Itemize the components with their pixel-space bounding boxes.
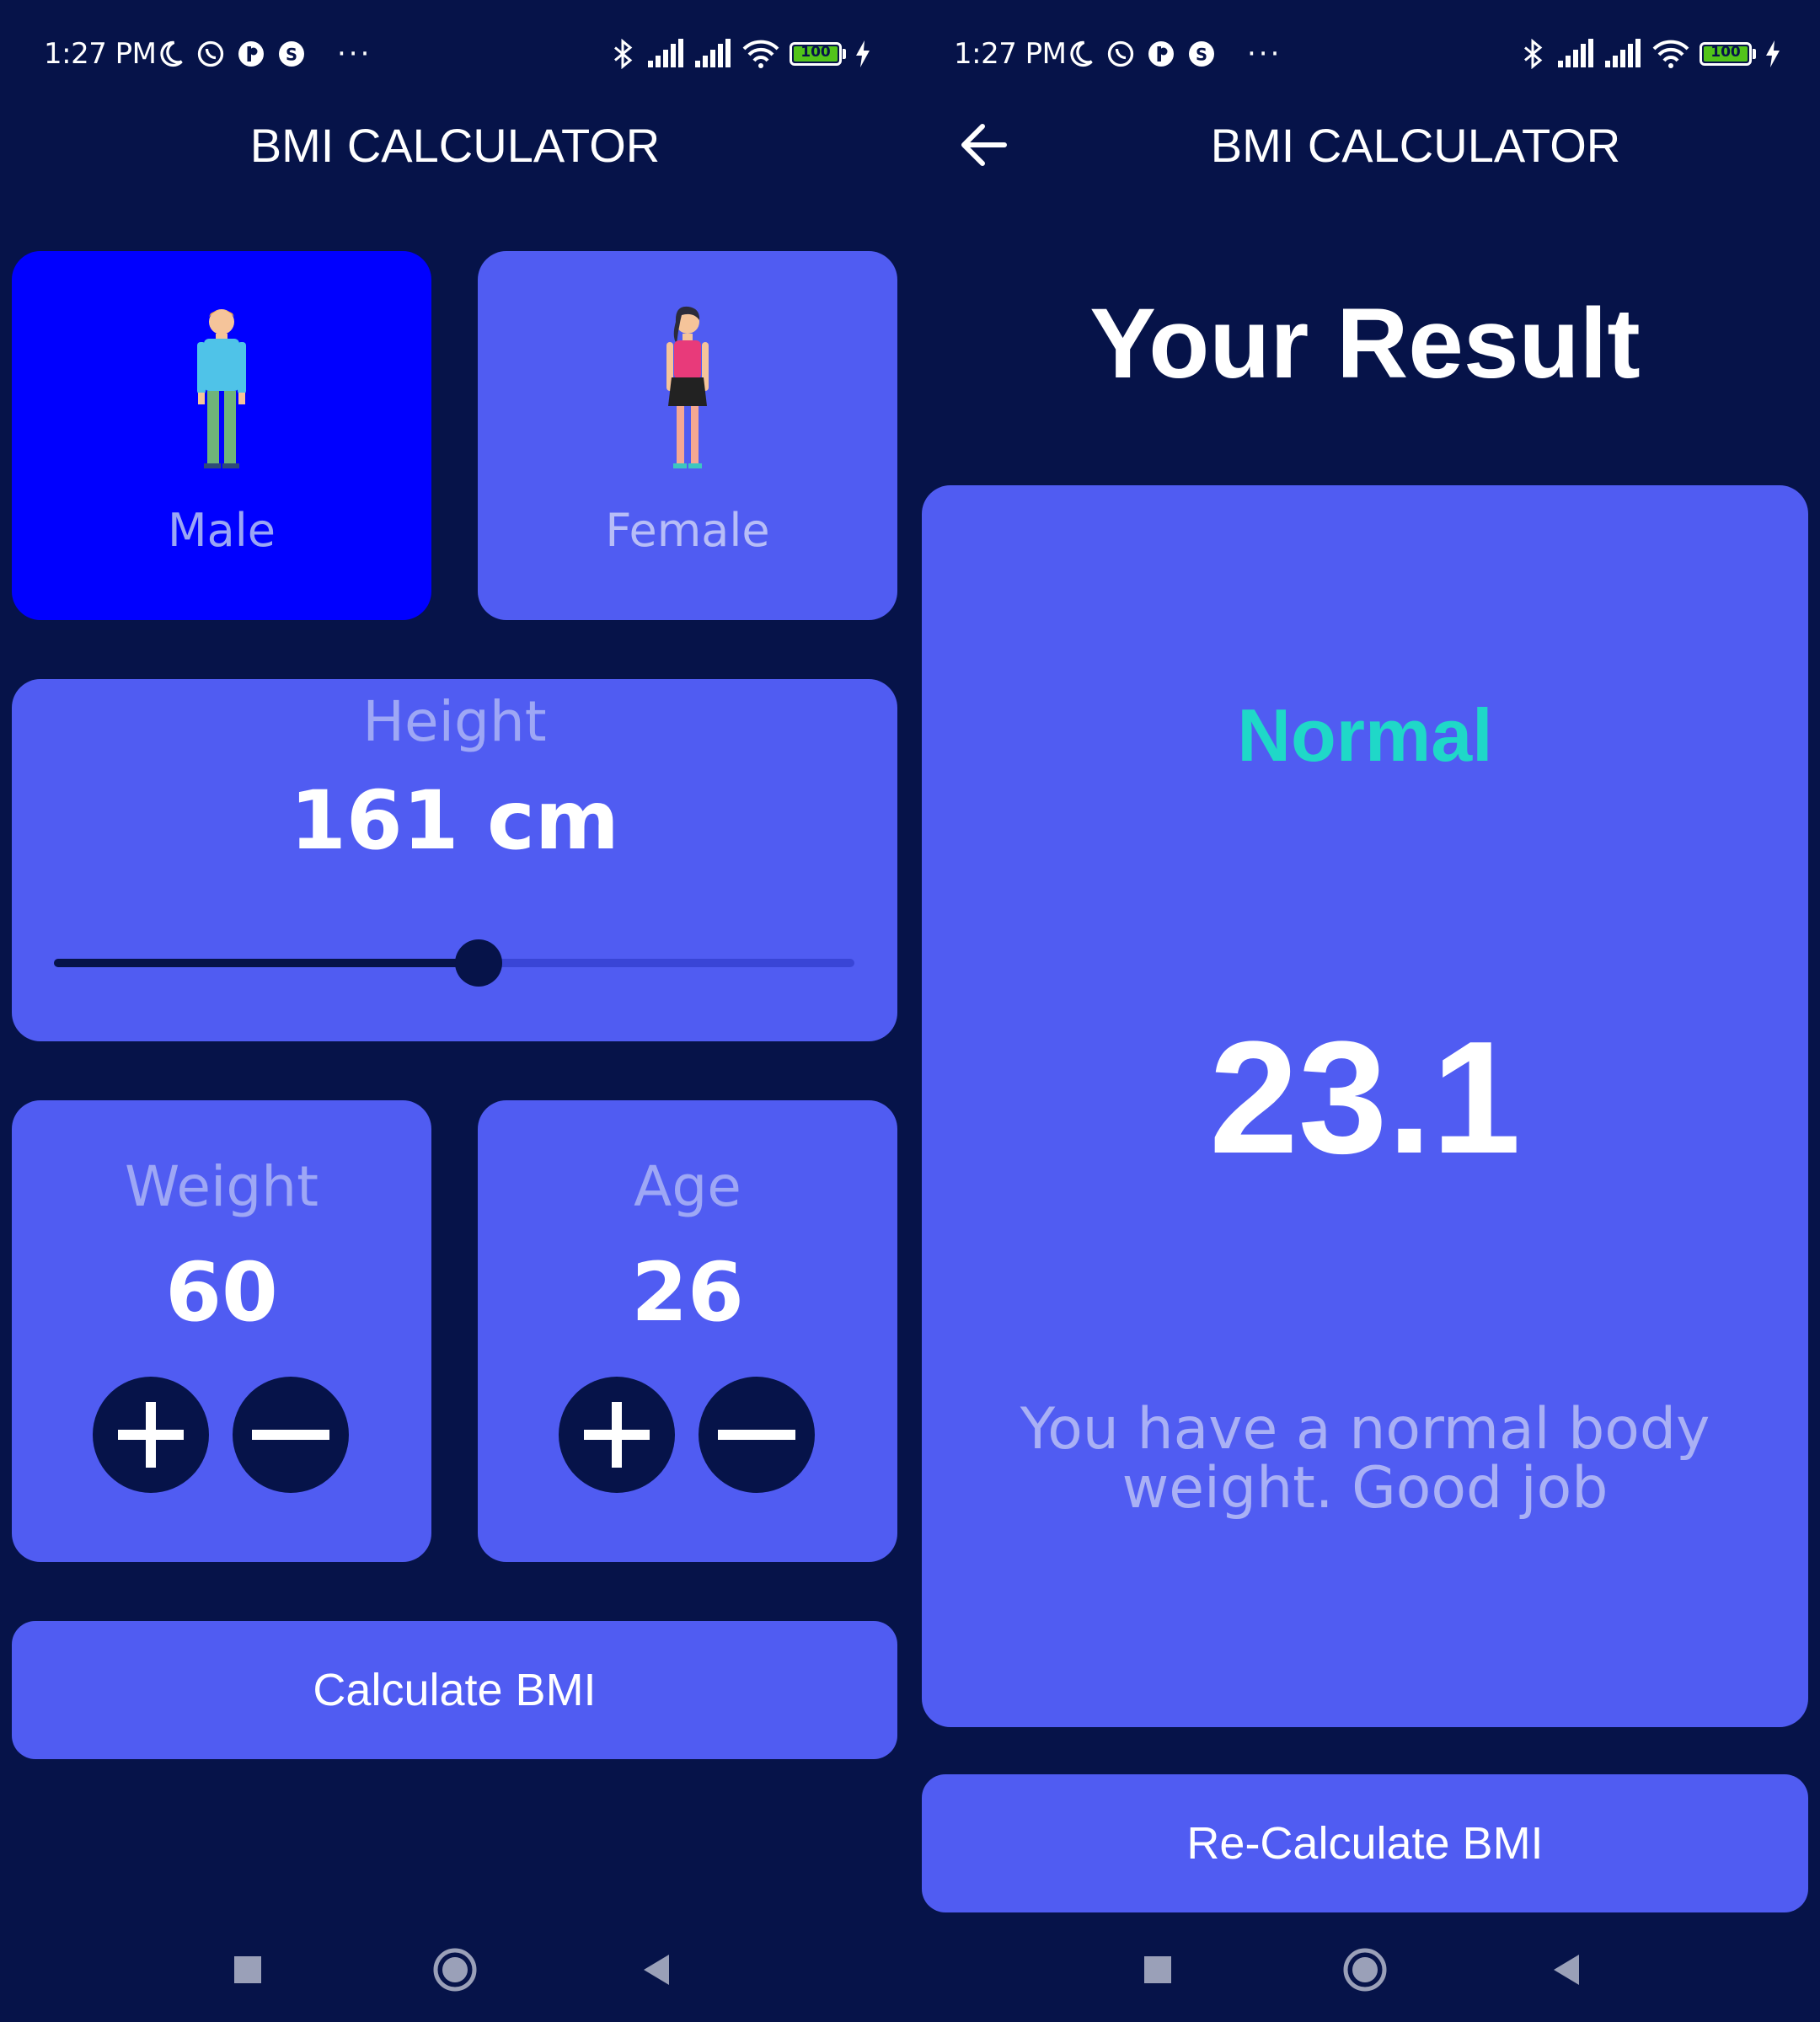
battery-icon: 100: [1700, 42, 1752, 66]
calculate-bmi-button[interactable]: Calculate BMI: [12, 1621, 897, 1759]
back-nav-icon[interactable]: [640, 1938, 674, 2002]
s-icon: S: [1189, 41, 1214, 67]
wifi-icon: [1652, 40, 1689, 68]
age-label: Age: [634, 1154, 741, 1219]
plus-icon: [118, 1402, 184, 1468]
result-screen: 1:27 PM S ··· 100 BMI CALCULATOR Your Re…: [910, 0, 1820, 2022]
battery-nub: [843, 49, 846, 59]
battery-icon: 100: [790, 42, 842, 66]
navigation-bar: [0, 1912, 910, 2022]
minus-icon: [252, 1430, 329, 1440]
back-arrow-icon[interactable]: [954, 115, 1014, 175]
battery-level: 100: [800, 44, 831, 61]
recalculate-bmi-button[interactable]: Re-Calculate BMI: [922, 1774, 1808, 1912]
height-slider-active-track: [54, 959, 479, 967]
weight-increment-button[interactable]: [93, 1377, 209, 1493]
male-card[interactable]: Male: [12, 251, 431, 620]
age-decrement-button[interactable]: [699, 1377, 815, 1493]
height-value: 161 cm: [290, 773, 619, 868]
male-figure-icon: [197, 309, 246, 468]
signal-icon: [1558, 39, 1593, 67]
status-bar: 1:27 PM S ··· 100: [910, 0, 1820, 110]
battery-nub: [1753, 49, 1756, 59]
height-slider[interactable]: [54, 939, 854, 987]
moon-icon: [1070, 40, 1093, 67]
age-card: Age 26: [478, 1100, 897, 1562]
charging-icon: [856, 40, 870, 67]
overflow-dots: ···: [337, 37, 372, 71]
signal-icon: [648, 39, 683, 67]
app-icon: [238, 41, 264, 67]
home-icon[interactable]: [1341, 1938, 1389, 2002]
female-figure-icon: [666, 306, 709, 468]
female-label: Female: [605, 504, 770, 557]
home-icon[interactable]: [431, 1938, 479, 2002]
recents-icon[interactable]: [1143, 1938, 1173, 2002]
bluetooth-icon: [614, 39, 633, 69]
result-message: You have a normal body weight. Good job: [1020, 1396, 1710, 1522]
result-status: Normal: [1237, 693, 1493, 777]
bmi-value: 23.1: [1209, 1008, 1521, 1187]
app-title: BMI CALCULATOR: [1210, 119, 1621, 172]
app-icon: [1148, 41, 1174, 67]
svg-text:S: S: [1196, 45, 1207, 65]
overflow-dots: ···: [1247, 37, 1282, 71]
weight-label: Weight: [125, 1154, 318, 1219]
signal-icon: [695, 39, 731, 67]
result-card: Normal 23.1 You have a normal body weigh…: [922, 485, 1808, 1727]
status-icons-right: 100: [1518, 37, 1781, 71]
height-label: Height: [362, 689, 547, 754]
svg-text:S: S: [286, 45, 297, 65]
whatsapp-icon: [197, 40, 224, 67]
male-label: Male: [168, 504, 276, 557]
status-time: 1:27 PM: [954, 37, 1067, 71]
result-heading: Your Result: [1089, 288, 1641, 399]
height-slider-thumb[interactable]: [454, 939, 502, 987]
status-icons-left: S ···: [155, 37, 372, 71]
back-nav-icon[interactable]: [1550, 1938, 1584, 2002]
minus-icon: [718, 1430, 795, 1440]
female-card[interactable]: Female: [478, 251, 897, 620]
recents-icon[interactable]: [233, 1938, 263, 2002]
weight-card: Weight 60: [12, 1100, 431, 1562]
app-title: BMI CALCULATOR: [249, 119, 661, 172]
status-icons-left: S ···: [1065, 37, 1282, 71]
signal-icon: [1605, 39, 1641, 67]
bluetooth-icon: [1524, 39, 1543, 69]
height-card: Height 161 cm: [12, 679, 897, 1041]
calculator-screen: 1:27 PM S ··· 100 BMI CALCULATOR Male Fe…: [0, 0, 910, 2022]
weight-decrement-button[interactable]: [233, 1377, 349, 1493]
age-value: 26: [631, 1245, 744, 1340]
plus-icon: [584, 1402, 650, 1468]
status-icons-right: 100: [608, 37, 871, 71]
weight-value: 60: [165, 1245, 278, 1340]
navigation-bar: [910, 1912, 1820, 2022]
wifi-icon: [742, 40, 779, 68]
charging-icon: [1766, 40, 1780, 67]
whatsapp-icon: [1107, 40, 1134, 67]
s-icon: S: [279, 41, 304, 67]
status-time: 1:27 PM: [44, 37, 157, 71]
age-increment-button[interactable]: [559, 1377, 675, 1493]
battery-level: 100: [1710, 44, 1741, 61]
status-bar: 1:27 PM S ··· 100: [0, 0, 910, 110]
moon-icon: [160, 40, 183, 67]
